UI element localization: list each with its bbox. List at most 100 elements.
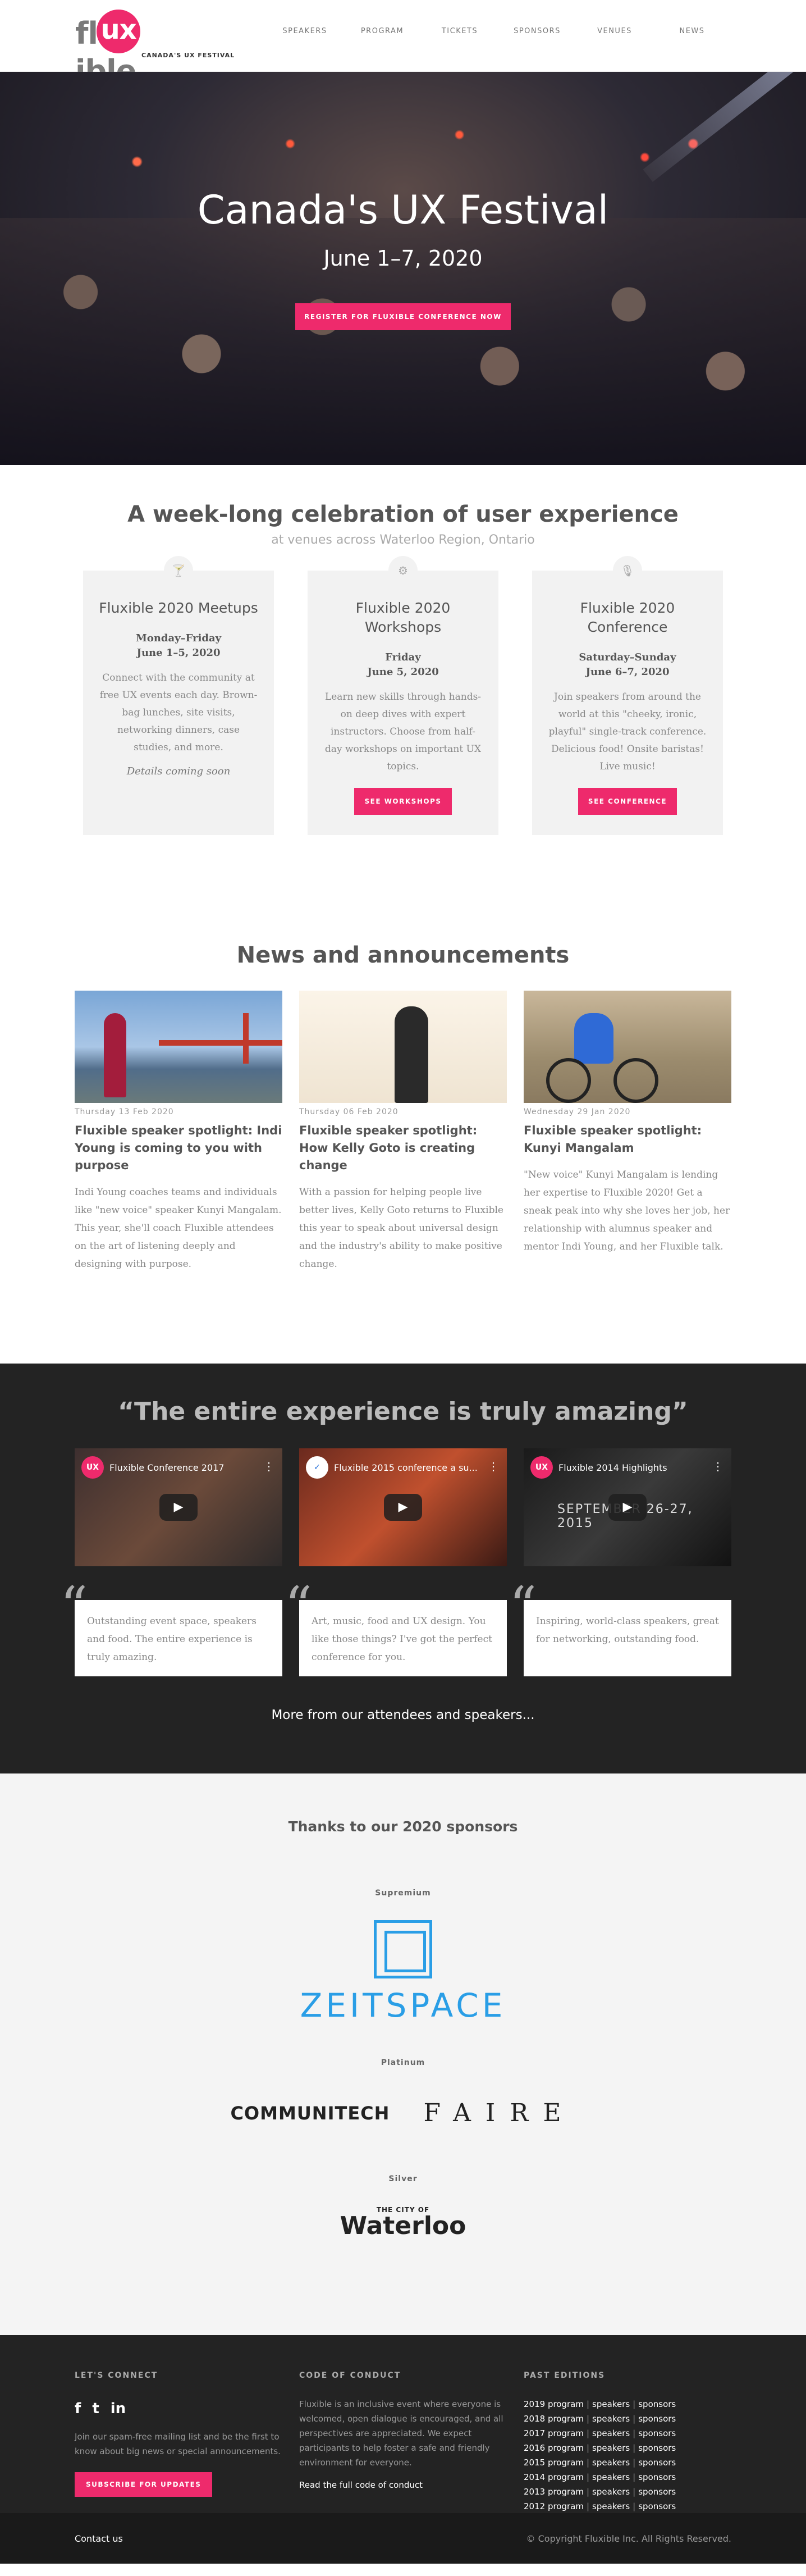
quote-text: Outstanding event space, speakers and fo… bbox=[87, 1616, 257, 1663]
hero-date: June 1–7, 2020 bbox=[323, 246, 483, 271]
event-card-days: Monday–Friday bbox=[135, 632, 222, 644]
event-card-date-range: June 1–5, 2020 bbox=[136, 647, 221, 659]
waterloo-logo-big: Waterloo bbox=[340, 2212, 466, 2240]
communitech-logo[interactable]: COMMUNITECH bbox=[230, 2103, 390, 2124]
program-link[interactable]: 2013 program bbox=[524, 2487, 584, 2497]
news-date: Thursday 13 Feb 2020 bbox=[75, 1107, 174, 1116]
separator: | bbox=[633, 2501, 636, 2511]
zeitspace-logo[interactable]: ZEITSPACE bbox=[0, 1920, 806, 2025]
news-headline[interactable]: Fluxible speaker spotlight: Indi Young i… bbox=[75, 1122, 282, 1174]
contact-link[interactable]: Contact us bbox=[75, 2533, 123, 2544]
speakers-link[interactable]: speakers bbox=[592, 2458, 630, 2468]
edition-row: 2012 program | speakers | sponsors bbox=[524, 2499, 731, 2514]
more-testimonials-link[interactable]: More from our attendees and speakers... bbox=[0, 1708, 806, 1722]
photo-person bbox=[104, 1013, 126, 1097]
sponsors-link[interactable]: sponsors bbox=[638, 2443, 676, 2453]
speakers-link[interactable]: speakers bbox=[592, 2472, 630, 2482]
subscribe-button[interactable]: SUBSCRIBE FOR UPDATES bbox=[75, 2472, 213, 2497]
program-link[interactable]: 2015 program bbox=[524, 2458, 584, 2468]
nav-news[interactable]: NEWS bbox=[653, 27, 731, 35]
news-excerpt: "New voice" Kunyi Mangalam is lending he… bbox=[524, 1169, 730, 1252]
faire-logo[interactable]: FAIRE bbox=[423, 2099, 575, 2127]
copyright-text: © Copyright Fluxible Inc. All Rights Res… bbox=[526, 2533, 731, 2544]
news-headline[interactable]: Fluxible speaker spotlight: Kunyi Mangal… bbox=[524, 1122, 731, 1157]
separator: | bbox=[586, 2501, 590, 2511]
testimonials-title: “The entire experience is truly amazing” bbox=[118, 1397, 688, 1426]
nav-speakers[interactable]: SPEAKERS bbox=[266, 27, 344, 35]
sponsor-tier-supremium: Supremium bbox=[375, 1889, 431, 1898]
program-link[interactable]: 2014 program bbox=[524, 2472, 584, 2482]
news-item[interactable]: Thursday 06 Feb 2020 Fluxible speaker sp… bbox=[299, 991, 507, 1273]
news-item[interactable]: Thursday 13 Feb 2020 Fluxible speaker sp… bbox=[75, 991, 282, 1273]
sponsors-title: Thanks to our 2020 sponsors bbox=[288, 1818, 518, 1835]
video-player[interactable]: UX Fluxible Conference 2017 ⋮ ▶ bbox=[75, 1448, 282, 1566]
nav-program[interactable]: PROGRAM bbox=[344, 27, 421, 35]
city-of-waterloo-logo[interactable]: THE CITY OF Waterloo bbox=[0, 2206, 806, 2238]
photo-wheel bbox=[613, 1058, 658, 1103]
program-link[interactable]: 2016 program bbox=[524, 2443, 584, 2453]
video-list: UX Fluxible Conference 2017 ⋮ ▶ ✓ Fluxib… bbox=[0, 1448, 806, 1566]
event-card-dates: Monday–Friday June 1–5, 2020 bbox=[98, 631, 259, 660]
video-player[interactable]: UX Fluxible 2014 Highlights ⋮ SEPTEMBER … bbox=[524, 1448, 731, 1566]
video-title[interactable]: Fluxible 2014 Highlights bbox=[558, 1462, 667, 1473]
video-player[interactable]: ✓ Fluxible 2015 conference a su... ⋮ ▶ bbox=[299, 1448, 507, 1566]
program-link[interactable]: 2017 program bbox=[524, 2428, 584, 2438]
fluxible-logo[interactable]: fl uxible CANADA'S UX FESTIVAL bbox=[75, 10, 234, 89]
quote-text: Inspiring, world-class speakers, great f… bbox=[536, 1616, 719, 1645]
sponsors-link[interactable]: sponsors bbox=[638, 2501, 676, 2511]
channel-avatar[interactable]: ✓ bbox=[306, 1456, 328, 1479]
more-options-icon[interactable]: ⋮ bbox=[263, 1460, 274, 1473]
news-photo-golden-gate[interactable] bbox=[75, 991, 282, 1103]
separator: | bbox=[633, 2472, 636, 2482]
facebook-icon[interactable]: f bbox=[75, 2400, 81, 2417]
channel-avatar[interactable]: UX bbox=[81, 1456, 104, 1479]
separator: | bbox=[633, 2399, 636, 2409]
nav-venues[interactable]: VENUES bbox=[576, 27, 653, 35]
footer-heading: PAST EDITIONS bbox=[524, 2371, 606, 2380]
separator: | bbox=[586, 2399, 590, 2409]
speakers-link[interactable]: speakers bbox=[592, 2428, 630, 2438]
sponsors-link[interactable]: sponsors bbox=[638, 2472, 676, 2482]
video-title[interactable]: Fluxible 2015 conference a su... bbox=[334, 1462, 478, 1473]
see-workshops-button[interactable]: SEE WORKSHOPS bbox=[354, 788, 452, 815]
program-link[interactable]: 2012 program bbox=[524, 2501, 584, 2511]
sponsors-link[interactable]: sponsors bbox=[638, 2458, 676, 2468]
event-cards: 🍸 Fluxible 2020 Meetups Monday–Friday Ju… bbox=[0, 556, 806, 835]
speakers-link[interactable]: speakers bbox=[592, 2487, 630, 2497]
play-icon[interactable]: ▶ bbox=[608, 1494, 647, 1521]
speakers-link[interactable]: speakers bbox=[592, 2414, 630, 2424]
speakers-link[interactable]: speakers bbox=[592, 2443, 630, 2453]
speakers-link[interactable]: speakers bbox=[592, 2399, 630, 2409]
edition-row: 2014 program | speakers | sponsors bbox=[524, 2470, 731, 2484]
news-photo-speaker[interactable] bbox=[299, 991, 507, 1103]
sponsors-link[interactable]: sponsors bbox=[638, 2487, 676, 2497]
see-conference-button[interactable]: SEE CONFERENCE bbox=[578, 788, 677, 815]
linkedin-icon[interactable]: in bbox=[111, 2400, 126, 2417]
news-title: News and announcements bbox=[236, 942, 570, 968]
sponsors-link[interactable]: sponsors bbox=[638, 2399, 676, 2409]
more-options-icon[interactable]: ⋮ bbox=[488, 1460, 499, 1473]
program-link[interactable]: 2018 program bbox=[524, 2414, 584, 2424]
zeitspace-cube-icon bbox=[374, 1920, 432, 1978]
events-subtitle: at venues across Waterloo Region, Ontari… bbox=[271, 533, 535, 547]
code-of-conduct-link[interactable]: Read the full code of conduct bbox=[299, 2480, 507, 2490]
news-headline[interactable]: Fluxible speaker spotlight: How Kelly Go… bbox=[299, 1122, 507, 1174]
channel-avatar[interactable]: UX bbox=[530, 1456, 553, 1479]
nav-sponsors[interactable]: SPONSORS bbox=[498, 27, 576, 35]
sponsors-link[interactable]: sponsors bbox=[638, 2414, 676, 2424]
video-header: UX Fluxible 2014 Highlights bbox=[530, 1456, 667, 1479]
more-options-icon[interactable]: ⋮ bbox=[712, 1460, 723, 1473]
video-title[interactable]: Fluxible Conference 2017 bbox=[109, 1462, 224, 1473]
news-photo-cyclist[interactable] bbox=[524, 991, 731, 1103]
speakers-link[interactable]: speakers bbox=[592, 2501, 630, 2511]
play-icon[interactable]: ▶ bbox=[159, 1494, 198, 1521]
register-button[interactable]: REGISTER FOR FLUXIBLE CONFERENCE NOW bbox=[295, 303, 511, 330]
play-icon[interactable]: ▶ bbox=[384, 1494, 422, 1521]
nav-tickets[interactable]: TICKETS bbox=[421, 27, 498, 35]
program-link[interactable]: 2019 program bbox=[524, 2399, 584, 2409]
news-item[interactable]: Wednesday 29 Jan 2020 Fluxible speaker s… bbox=[524, 991, 731, 1273]
sponsors-link[interactable]: sponsors bbox=[638, 2428, 676, 2438]
event-card-title: Fluxible 2020 Meetups bbox=[99, 600, 258, 616]
twitter-icon[interactable]: t bbox=[92, 2400, 99, 2417]
separator: | bbox=[633, 2487, 636, 2497]
